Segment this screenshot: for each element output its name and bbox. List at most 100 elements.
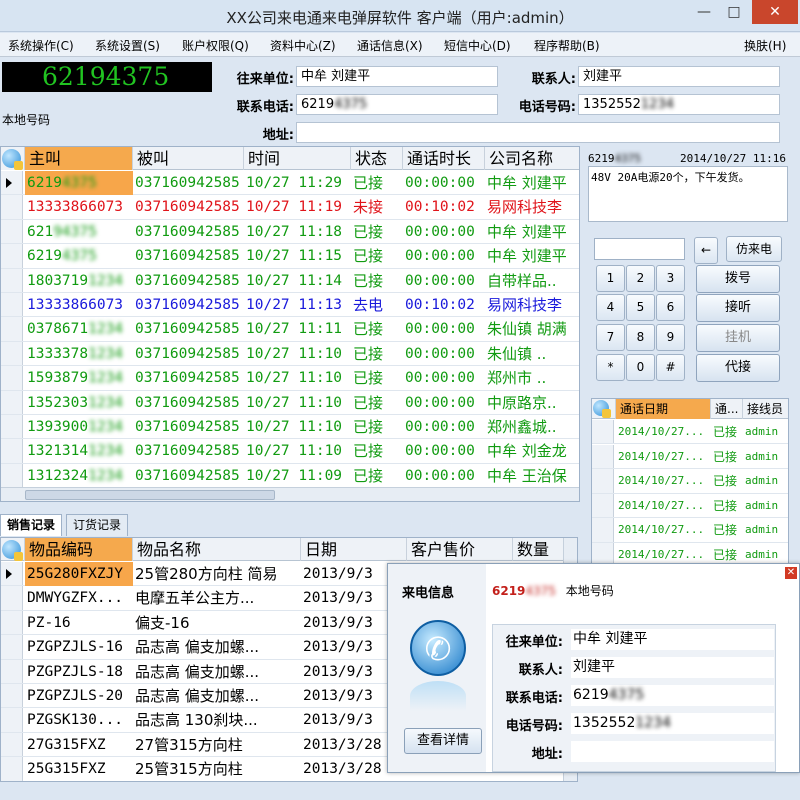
table-row[interactable]: 18037191234 037160942585 10/27 11:14 已接 00:0…: [1, 268, 579, 293]
mobile-field[interactable]: 13525521234: [578, 94, 780, 115]
history-row[interactable]: 2014/10/27... 已接 admin: [592, 493, 788, 519]
contact-call-history-table[interactable]: 通话日期 通... 接线员 2014/10/27... 已接 admin 2014/1…: [591, 398, 789, 564]
caller-number: 1312324: [27, 467, 89, 484]
answer-button[interactable]: 接听: [696, 294, 780, 322]
cell-status: 已接: [713, 523, 738, 538]
table-row[interactable]: 13333866073 037160942585 10/27 11:13 去电 00:1…: [1, 293, 579, 318]
backspace-button[interactable]: ←: [694, 237, 718, 264]
table-row[interactable]: 13123241234 037160942585 10/27 11:09 已接 00:0…: [1, 463, 579, 489]
key-8[interactable]: 8: [626, 324, 655, 351]
col-company[interactable]: 公司名称: [485, 147, 579, 170]
cell-caller: 13333866073: [25, 195, 133, 219]
table-row[interactable]: 62194375 037160942585 10/27 11:29 已接 00:00:0…: [1, 171, 579, 196]
tab-sales-records[interactable]: 销售记录: [0, 514, 63, 536]
cell-code: 25G280FXZJY: [25, 562, 133, 586]
dial-button[interactable]: 拨号: [696, 265, 780, 293]
company-field[interactable]: 中牟 刘建平: [296, 66, 498, 87]
key-7[interactable]: 7: [596, 324, 625, 351]
popup-field-value[interactable]: 13525521234: [571, 713, 774, 734]
call-log-hscroll-thumb[interactable]: [25, 490, 275, 500]
table-row[interactable]: 13333866073 037160942585 10/27 11:19 未接 00:1…: [1, 195, 579, 220]
history-row[interactable]: 2014/10/27... 已接 admin: [592, 469, 788, 494]
key-9[interactable]: 9: [656, 324, 685, 351]
minimize-button[interactable]: —: [690, 0, 718, 24]
contact-label: 联系人:: [531, 72, 576, 87]
company-label: 往来单位:: [236, 72, 294, 87]
history-row[interactable]: 2014/10/27... 已接 admin: [592, 518, 788, 543]
caller-number-masked: 1234: [88, 394, 124, 411]
popup-field-text: 刘建平: [573, 659, 615, 675]
address-field[interactable]: [296, 122, 780, 143]
note-text[interactable]: 48V 20A电源20个，下午发货。: [588, 166, 788, 222]
maximize-button[interactable]: □: [720, 0, 748, 24]
row-indicator: [1, 415, 23, 439]
col-caller[interactable]: 主叫: [25, 147, 133, 170]
menu-skin[interactable]: 换肤(H): [744, 37, 786, 54]
cell-caller: 13333781234: [25, 342, 133, 366]
popup-field-value[interactable]: 刘建平: [571, 657, 774, 678]
col-operator[interactable]: 接线员: [743, 399, 788, 419]
history-row[interactable]: 2014/10/27... 已接 admin: [592, 543, 788, 563]
col-status[interactable]: 状态: [351, 147, 403, 170]
menu-sms-center[interactable]: 短信中心(D): [444, 37, 511, 54]
cell-company: 朱仙镇 ..: [487, 344, 547, 363]
col-call-date[interactable]: 通话日期: [616, 399, 711, 419]
table-row[interactable]: 62194375 037160942585 10/27 11:18 已接 00:00:0…: [1, 219, 579, 245]
history-row[interactable]: 2014/10/27... 已接 admin: [592, 444, 788, 469]
view-details-button[interactable]: 查看详情: [404, 728, 482, 754]
key-1[interactable]: 1: [596, 265, 625, 292]
row-indicator: [592, 444, 614, 468]
contact-field[interactable]: 刘建平: [578, 66, 780, 87]
col-date[interactable]: 日期: [301, 538, 407, 561]
menu-help[interactable]: 程序帮助(B): [534, 37, 600, 54]
col-call-status[interactable]: 通...: [711, 399, 743, 419]
table-row[interactable]: 62194375 037160942585 10/27 11:15 已接 00:00:0…: [1, 244, 579, 269]
popup-field-value[interactable]: 62194375: [571, 685, 774, 706]
caller-number-masked: 1234: [88, 443, 124, 460]
col-price[interactable]: 客户售价: [407, 538, 513, 561]
hangup-button[interactable]: 挂机: [696, 324, 780, 352]
key-4[interactable]: 4: [596, 294, 625, 321]
col-callee[interactable]: 被叫: [133, 147, 244, 170]
menu-system-ops[interactable]: 系统操作(C): [8, 37, 74, 54]
key-6[interactable]: 6: [656, 294, 685, 321]
table-row[interactable]: 13213141234 037160942585 10/27 11:10 已接 00:0…: [1, 439, 579, 464]
menu-system-settings[interactable]: 系统设置(S): [95, 37, 160, 54]
phone-field[interactable]: 62194375: [296, 94, 498, 115]
close-button[interactable]: ✕: [752, 0, 798, 24]
key-2[interactable]: 2: [626, 265, 655, 292]
cell-callee: 037160942585: [135, 321, 240, 338]
menu-data-center[interactable]: 资料中心(Z): [270, 37, 336, 54]
cell-duration: 00:00:00: [405, 175, 475, 191]
proxy-answer-button[interactable]: 代接: [696, 354, 780, 382]
cell-duration: 00:00:00: [405, 419, 475, 435]
history-row[interactable]: 2014/10/27... 已接 admin: [592, 420, 788, 445]
popup-close-icon[interactable]: ✕: [785, 567, 797, 579]
popup-field-value[interactable]: 中牟 刘建平: [571, 629, 774, 650]
key-3[interactable]: 3: [656, 265, 685, 292]
cell-operator: admin: [745, 449, 779, 463]
col-duration[interactable]: 通话时长: [403, 147, 485, 170]
table-row[interactable]: 13523031234 037160942585 10/27 11:10 已接 00:0…: [1, 390, 579, 415]
menu-account-permissions[interactable]: 账户权限(Q): [182, 37, 249, 54]
dial-input[interactable]: [594, 238, 685, 260]
col-item-name[interactable]: 物品名称: [133, 538, 301, 561]
cell-time: 10/27 11:10: [246, 419, 343, 435]
table-row[interactable]: 15938791234 037160942585 10/27 11:10 已接 00:0…: [1, 366, 579, 391]
col-time[interactable]: 时间: [244, 147, 351, 170]
col-item-code[interactable]: 物品编码: [25, 538, 133, 561]
call-log-table[interactable]: 主叫 被叫 时间 状态 通话时长 公司名称 62194375 0371609425…: [0, 146, 580, 502]
key-5[interactable]: 5: [626, 294, 655, 321]
popup-field-value[interactable]: [571, 741, 774, 762]
call-log-hscroll[interactable]: [1, 487, 579, 501]
caller-number-masked: 1234: [88, 321, 124, 338]
table-row[interactable]: 13939001234 037160942585 10/27 11:10 已接 00:0…: [1, 415, 579, 440]
key-hash[interactable]: #: [656, 354, 685, 381]
table-row[interactable]: 03786711234 037160942585 10/27 11:11 已接 00:0…: [1, 317, 579, 342]
tab-order-records[interactable]: 订货记录: [66, 514, 129, 536]
key-0[interactable]: 0: [626, 354, 655, 381]
key-star[interactable]: *: [596, 354, 625, 381]
table-row[interactable]: 13333781234 037160942585 10/27 11:10 已接 00:0…: [1, 341, 579, 367]
menu-call-info[interactable]: 通话信息(X): [357, 37, 423, 54]
simulate-call-button[interactable]: 仿来电: [726, 236, 782, 262]
